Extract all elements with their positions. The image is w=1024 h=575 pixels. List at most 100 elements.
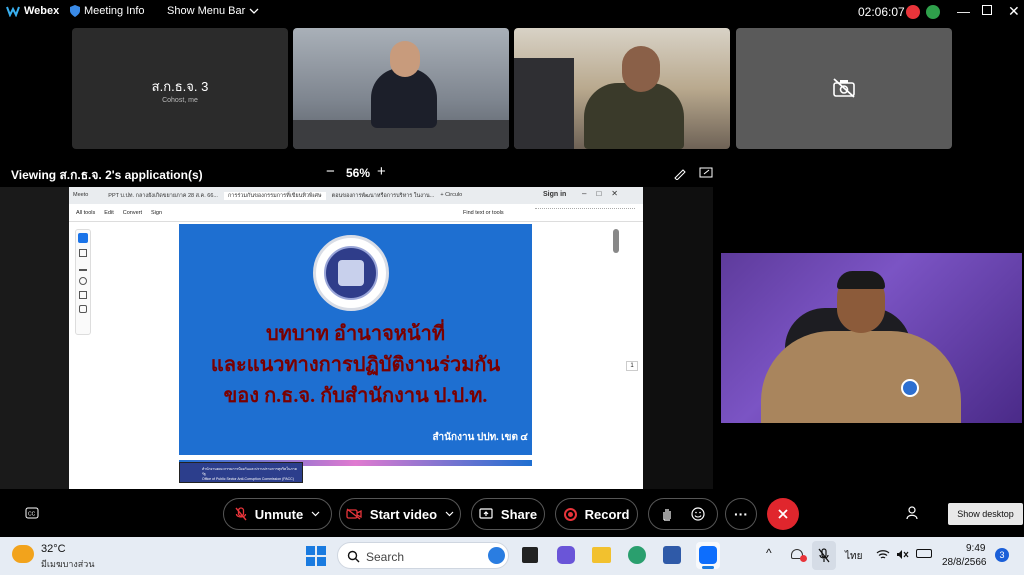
language-indicator[interactable]: ไทย [845, 549, 862, 564]
unmute-button[interactable]: Unmute [223, 498, 332, 530]
edge-icon[interactable] [628, 546, 646, 564]
notification-badge[interactable]: 3 [995, 548, 1009, 562]
text-tool-icon[interactable] [79, 291, 87, 299]
tab-meeto[interactable]: Meeto [73, 192, 88, 200]
select-tool-icon[interactable] [78, 233, 88, 243]
slide-2-caption-en: Office of Public Sector Anti-Corruption … [202, 477, 294, 481]
webex-icon [6, 6, 20, 17]
participant-jacket [761, 331, 961, 423]
all-tools-menu[interactable]: All tools [76, 210, 95, 216]
active-speaker-video[interactable] [721, 253, 1022, 423]
pdf-toolbar: All tools Edit Convert Sign Find text or… [69, 204, 643, 222]
record-button[interactable]: Record [555, 498, 638, 530]
unmute-label: Unmute [254, 506, 304, 522]
wifi-icon[interactable] [876, 549, 890, 560]
participant-body [584, 83, 684, 149]
raise-hand-icon[interactable] [661, 507, 673, 521]
slide-title-line-2: และแนวทางการปฏิบัติงานร่วมกัน [210, 354, 501, 376]
pen-tool-icon[interactable] [79, 263, 87, 271]
meeting-info-button[interactable]: Meeting Info [70, 5, 145, 17]
active-indicator [702, 566, 714, 569]
shape-tool-icon[interactable] [79, 277, 87, 285]
video-tile-camera-off[interactable] [736, 28, 952, 149]
chevron-down-icon [249, 8, 259, 14]
meeting-timer: 02:06:07 [858, 5, 905, 19]
slide-page-1: บทบาท อำนาจหน้าที่ และแนวทางการปฏิบัติงา… [179, 224, 532, 455]
participant-hair [837, 271, 885, 289]
file-explorer-icon[interactable] [592, 547, 611, 563]
more-options-button[interactable]: ··· [725, 498, 757, 530]
video-tile-self[interactable]: ส.ก.ธ.จ. 3 Cohost, me [72, 28, 288, 149]
convert-menu[interactable]: Convert [123, 210, 142, 216]
sign-menu[interactable]: Sign [151, 210, 162, 216]
webex-taskbar-app[interactable] [696, 542, 720, 569]
speaker-muted-icon[interactable] [896, 549, 909, 560]
leave-meeting-button[interactable] [767, 498, 799, 530]
task-view-icon[interactable] [522, 547, 538, 563]
weather-icon[interactable] [12, 545, 34, 563]
page-number[interactable]: 1 [626, 361, 638, 371]
window-controls-icon[interactable]: –□✕ [582, 189, 628, 198]
recording-indicator-icon [906, 5, 920, 19]
shared-application[interactable]: Meeto PPT บ.ปท. กลางยังเกิดขยายภาค 28 ส.… [69, 187, 643, 489]
clock-date[interactable]: 28/8/2566 [942, 557, 987, 568]
reactions-icon[interactable] [691, 507, 705, 521]
close-icon[interactable]: ✕ [1008, 3, 1020, 20]
seal-logo [313, 235, 389, 311]
edit-menu[interactable]: Edit [104, 210, 113, 216]
video-tile-participant-2[interactable] [514, 28, 730, 149]
webex-logo: Webex [6, 5, 59, 17]
captions-icon[interactable]: CC [25, 507, 39, 519]
tab-active[interactable]: การร่วมกันของกรรมการที่เขียนทิวพิเศษ [223, 192, 326, 200]
sign-in-button[interactable]: Sign in [543, 191, 566, 198]
participant-body [371, 68, 437, 128]
camera-off-icon [833, 78, 855, 98]
chevron-down-icon[interactable] [445, 511, 454, 517]
slide-2-caption-thai: สำนักงานคณะกรรมการป้องกันและปราบปรามการท… [202, 467, 297, 476]
network-health-icon[interactable] [926, 5, 940, 19]
comment-tool-icon[interactable] [79, 249, 87, 257]
battery-icon[interactable] [916, 549, 932, 558]
popout-icon[interactable] [699, 166, 713, 180]
store-icon[interactable] [663, 546, 681, 564]
shield-icon [70, 5, 80, 17]
slide-2-logo-banner: สำนักงานคณะกรรมการป้องกันและปราบปรามการท… [179, 462, 303, 483]
clock-time[interactable]: 9:49 [966, 543, 985, 554]
weather-temp[interactable]: 32°C [41, 543, 66, 555]
show-menu-bar-button[interactable]: Show Menu Bar [167, 5, 259, 17]
zoom-in-button[interactable]: + [377, 163, 386, 180]
browser-tab-bar: Meeto PPT บ.ปท. กลางยังเกิดขยายภาค 28 ส.… [69, 187, 643, 204]
share-button[interactable]: Share [471, 498, 545, 530]
toolbar-icons[interactable] [535, 208, 635, 218]
find-text-field[interactable]: Find text or tools [463, 210, 504, 216]
chevron-up-icon[interactable]: ^ [766, 546, 772, 560]
participants-icon[interactable] [905, 505, 921, 521]
show-desktop-tooltip: Show desktop [948, 503, 1023, 525]
pdf-scrollbar-thumb[interactable] [613, 229, 619, 253]
pdf-right-rail: 1 [622, 227, 642, 489]
chevron-down-icon[interactable] [311, 511, 320, 517]
video-tile-participant-1[interactable] [293, 28, 509, 149]
participant-role: Cohost, me [162, 97, 198, 104]
tab-ppt[interactable]: PPT บ.ปท. กลางยังเกิดขยายภาค 28 ส.ค. 66.… [108, 192, 218, 200]
stamp-tool-icon[interactable] [79, 305, 87, 313]
slide-title-line-3: ของ ก.ธ.จ. กับสำนักงาน ป.ป.ท. [223, 385, 488, 407]
tab-other[interactable]: ตอนของการพัฒนาหรือการบริหาร ในงาน... [332, 192, 435, 200]
weather-desc[interactable]: มีเมฆบางส่วน [41, 557, 94, 571]
badge-emblem [901, 379, 919, 397]
tab-strip: Meeto PPT บ.ปท. กลางยังเกิดขยายภาค 28 ส.… [73, 192, 462, 200]
minimize-icon[interactable]: — [957, 4, 970, 19]
new-tab-button[interactable]: + Circulo [440, 192, 462, 200]
zoom-out-button[interactable]: − [326, 163, 335, 180]
annotate-icon[interactable] [673, 166, 687, 180]
microphone-muted-icon [818, 548, 830, 563]
teams-chat-icon[interactable] [557, 546, 575, 564]
microphone-tray-button[interactable] [812, 541, 836, 570]
restore-icon[interactable] [982, 5, 992, 15]
taskbar-search-box[interactable]: Search [337, 542, 509, 569]
bing-icon[interactable] [488, 547, 505, 564]
start-video-button[interactable]: Start video [339, 498, 461, 530]
start-icon[interactable] [306, 546, 326, 566]
start-video-label: Start video [369, 506, 438, 522]
webex-app-icon [699, 546, 717, 564]
